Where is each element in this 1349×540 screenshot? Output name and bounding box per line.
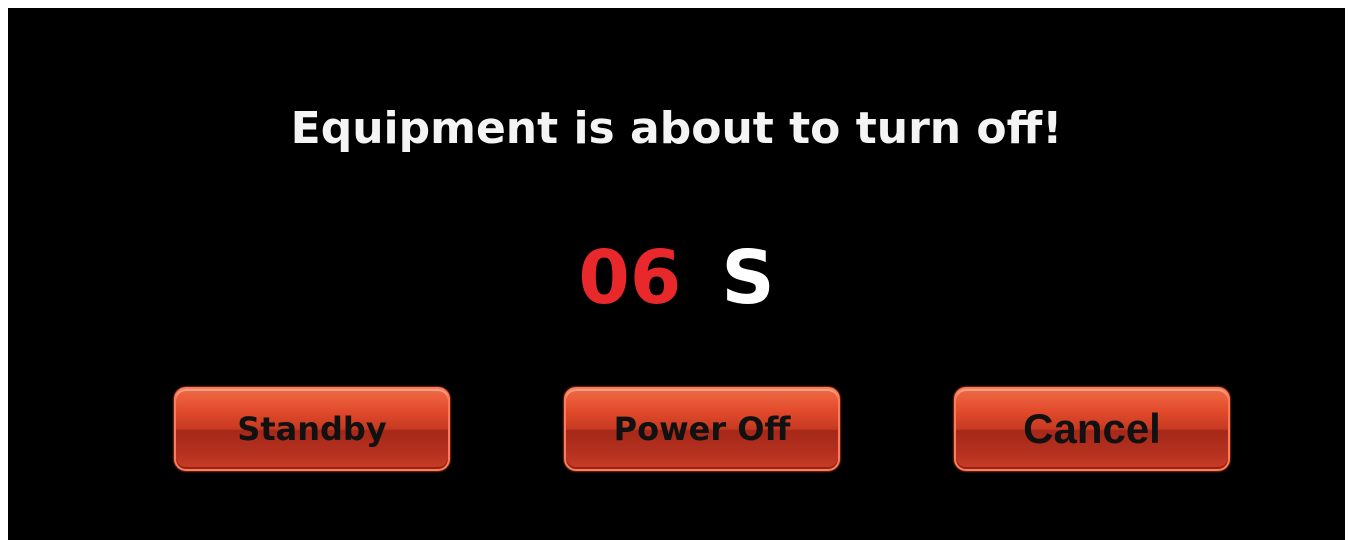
- standby-button[interactable]: Standby: [174, 387, 450, 471]
- standby-button-label: Standby: [237, 410, 387, 448]
- cancel-button-label: Cancel: [1023, 405, 1161, 452]
- cancel-button[interactable]: Cancel: [954, 387, 1230, 471]
- countdown-display: 06 S: [8, 236, 1345, 320]
- power-off-button-label: Power Off: [613, 410, 791, 448]
- shutdown-dialog: Equipment is about to turn off! 06 S Stan…: [8, 8, 1345, 540]
- power-off-button[interactable]: Power Off: [564, 387, 840, 471]
- countdown-seconds-value: 06: [578, 235, 682, 321]
- shutdown-warning-message: Equipment is about to turn off!: [290, 103, 1063, 154]
- countdown-unit-label: S: [721, 235, 775, 321]
